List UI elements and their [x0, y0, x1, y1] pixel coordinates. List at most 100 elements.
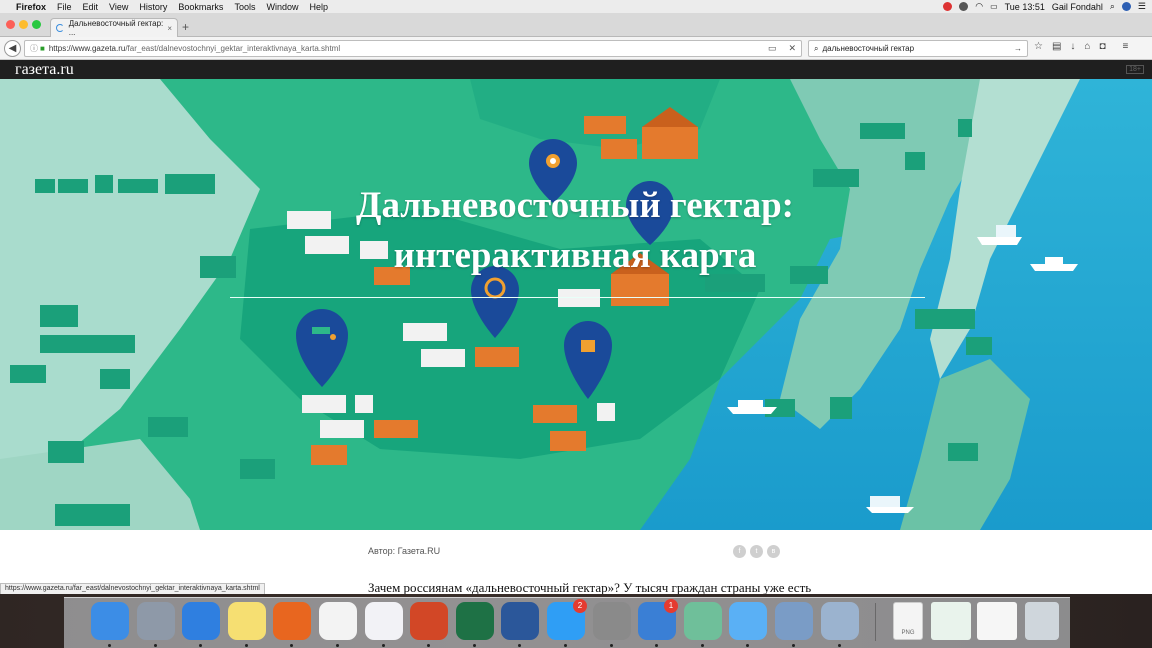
dock-running-indicator	[792, 644, 795, 647]
spotlight-icon[interactable]: ⌕	[1110, 1, 1115, 12]
itunes-icon[interactable]	[365, 602, 403, 640]
firefox-icon[interactable]	[273, 602, 311, 640]
close-window-button[interactable]	[6, 20, 15, 29]
dock-running-indicator	[564, 644, 567, 647]
powerpoint-icon[interactable]	[410, 602, 448, 640]
dock-running-indicator	[838, 644, 841, 647]
notification-center-icon[interactable]: ☰	[1138, 1, 1146, 12]
search-bar[interactable]: ⌕ дальневосточный гектар →	[808, 40, 1028, 57]
search-input-value: дальневосточный гектар	[822, 44, 915, 53]
image-capture-icon[interactable]	[821, 602, 859, 640]
site-logo[interactable]: газета.ru	[15, 61, 74, 79]
hero-title-line1: Дальневосточный гектар:	[356, 185, 794, 226]
photos-icon[interactable]	[319, 602, 357, 640]
map-illustration	[0, 79, 1152, 530]
dock-running-indicator	[701, 644, 704, 647]
home-icon[interactable]: ⌂	[1084, 41, 1090, 52]
dock-running-indicator	[154, 644, 157, 647]
menu-bookmarks[interactable]: Bookmarks	[178, 2, 223, 12]
macos-menu-bar: Firefox File Edit View History Bookmarks…	[0, 0, 1152, 13]
menu-edit[interactable]: Edit	[83, 2, 99, 12]
wifi-icon[interactable]: ◠	[975, 1, 983, 12]
menu-tools[interactable]: Tools	[234, 2, 255, 12]
tab-bar: Дальневосточный гектар: ... × +	[0, 13, 1152, 37]
menu-file[interactable]: File	[57, 2, 72, 12]
stop-loading-icon[interactable]: ✕	[788, 43, 796, 54]
tab-active[interactable]: Дальневосточный гектар: ... ×	[50, 18, 178, 37]
back-button[interactable]: ◀	[4, 40, 21, 57]
search-go-icon[interactable]: →	[1014, 44, 1022, 53]
dock-running-indicator	[427, 644, 430, 647]
dock-running-indicator	[245, 644, 248, 647]
notes-icon[interactable]	[228, 602, 266, 640]
app-store-badge: 2	[573, 599, 587, 613]
hamburger-menu-icon[interactable]: ≡	[1123, 41, 1129, 52]
airplay-icon[interactable]: ▭	[990, 2, 998, 11]
loading-spinner-icon	[56, 24, 64, 32]
time-machine-icon[interactable]	[959, 2, 969, 11]
navigation-toolbar: ◀ ⓘ ■ https://www.gazeta.ru /far_east/da…	[0, 37, 1152, 60]
menu-history[interactable]: History	[139, 2, 167, 12]
minimize-window-button[interactable]	[19, 20, 28, 29]
article-byline[interactable]: Автор: Газета.RU	[368, 546, 440, 556]
menu-help[interactable]: Help	[309, 2, 328, 12]
lock-icon[interactable]: ■	[40, 44, 45, 53]
close-tab-icon[interactable]: ×	[167, 24, 172, 33]
word-icon[interactable]	[501, 602, 539, 640]
preview-icon[interactable]	[775, 602, 813, 640]
user-name[interactable]: Gail Fondahl	[1052, 2, 1103, 12]
dock-running-indicator	[746, 644, 749, 647]
outlook-badge: 1	[664, 599, 678, 613]
library-icon[interactable]: ▤	[1052, 41, 1061, 52]
dock-running-indicator	[382, 644, 385, 647]
downloads-icon[interactable]: ↓	[1070, 41, 1075, 52]
hero-map-illustration: Дальневосточный гектар: интерактивная ка…	[0, 79, 1152, 530]
dock-running-indicator	[473, 644, 476, 647]
dock-running-indicator	[199, 644, 202, 647]
reader-view-icon[interactable]: ▭	[768, 43, 777, 54]
tab-title: Дальневосточный гектар: ...	[68, 19, 164, 37]
facebook-share-icon[interactable]: f	[733, 545, 746, 558]
new-tab-button[interactable]: +	[182, 20, 189, 34]
hero-title: Дальневосточный гектар: интерактивная ка…	[230, 181, 920, 281]
info-icon[interactable]: ⓘ	[30, 43, 38, 54]
launchpad-icon[interactable]	[137, 602, 175, 640]
dock-running-indicator	[290, 644, 293, 647]
messages-icon[interactable]	[729, 602, 767, 640]
dock-running-indicator	[655, 644, 658, 647]
url-bar[interactable]: ⓘ ■ https://www.gazeta.ru /far_east/daln…	[24, 40, 802, 57]
zoom-window-button[interactable]	[32, 20, 41, 29]
url-host: https://www.gazeta.ru	[48, 44, 126, 53]
dock-separator	[875, 603, 876, 641]
url-path: /far_east/dalnevostochnyi_gektar_interak…	[125, 44, 341, 53]
siri-icon[interactable]	[1121, 2, 1131, 11]
share-buttons: f t в	[733, 545, 780, 558]
dock-running-indicator	[518, 644, 521, 647]
menu-window[interactable]: Window	[266, 2, 298, 12]
dock-running-indicator	[336, 644, 339, 647]
trash-icon[interactable]	[1025, 602, 1059, 640]
png-file-icon[interactable]: PNG	[893, 602, 923, 640]
twitter-share-icon[interactable]: t	[750, 545, 763, 558]
excel-icon[interactable]	[456, 602, 494, 640]
vk-share-icon[interactable]: в	[767, 545, 780, 558]
safari-icon[interactable]	[182, 602, 220, 640]
status-app-icon[interactable]	[943, 2, 953, 11]
hero-divider	[230, 297, 925, 298]
hero-title-line2: интерактивная карта	[393, 235, 757, 276]
search-icon: ⌕	[814, 43, 819, 53]
dock-running-indicator	[108, 644, 111, 647]
vpn-icon[interactable]	[684, 602, 722, 640]
clock[interactable]: Tue 13:51	[1005, 2, 1045, 12]
excel-doc-thumbnail-icon[interactable]	[931, 602, 971, 640]
documents-stack-icon[interactable]	[977, 602, 1017, 640]
menu-app-firefox[interactable]: Firefox	[16, 2, 46, 12]
pocket-icon[interactable]: ◘	[1099, 41, 1105, 52]
site-header: газета.ru 18+	[0, 60, 1152, 79]
bookmark-star-icon[interactable]: ☆	[1034, 41, 1043, 52]
menu-view[interactable]: View	[109, 2, 128, 12]
finder-icon[interactable]	[91, 602, 129, 640]
dock-running-indicator	[610, 644, 613, 647]
system-preferences-icon[interactable]	[593, 602, 631, 640]
png-file-label: PNG	[901, 630, 915, 636]
